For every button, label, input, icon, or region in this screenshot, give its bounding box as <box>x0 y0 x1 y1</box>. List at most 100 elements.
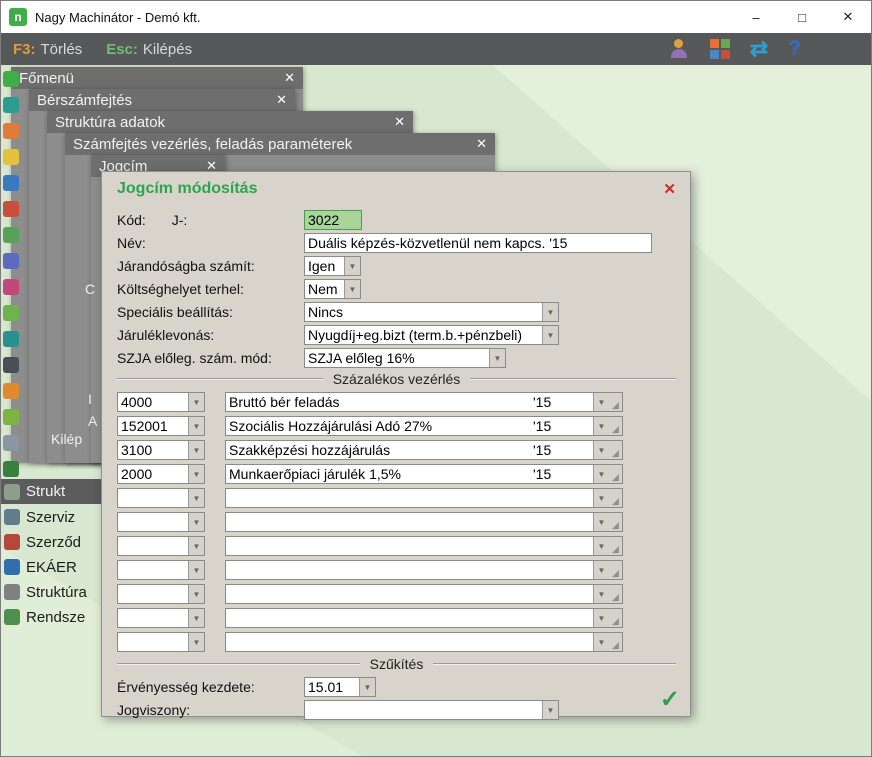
picker-triangle-icon[interactable]: ◢ <box>609 609 622 627</box>
dropdown-arrow-icon[interactable]: ▼ <box>188 609 204 627</box>
sidebar-shortcut-icon-5[interactable] <box>3 175 19 191</box>
percent-name-combo[interactable]: Szociális Hozzájárulási Adó 27% '15 ▼ ◢ <box>225 416 623 436</box>
close-icon[interactable]: ✕ <box>476 136 487 152</box>
dropdown-arrow-icon[interactable]: ▼ <box>593 513 609 531</box>
dropdown-arrow-icon[interactable]: ▼ <box>359 678 375 696</box>
dropdown-arrow-icon[interactable]: ▼ <box>593 393 609 411</box>
dropdown-arrow-icon[interactable]: ▼ <box>593 561 609 579</box>
transfer-arrows-icon[interactable]: ⇄ <box>750 38 768 60</box>
dropdown-arrow-icon[interactable]: ▼ <box>344 257 360 275</box>
window-berszamfejtes-titlebar[interactable]: Bérszámfejtés ✕ <box>29 89 295 111</box>
dropdown-arrow-icon[interactable]: ▼ <box>188 417 204 435</box>
sidebar-item-rendszer[interactable]: Rendsze <box>4 606 100 628</box>
dropdown-arrow-icon[interactable]: ▼ <box>593 489 609 507</box>
help-icon[interactable]: ? <box>788 38 801 60</box>
sidebar-item-szerviz[interactable]: Szerviz <box>4 506 100 528</box>
specialis-combo[interactable]: Nincs ▼ <box>304 302 559 322</box>
dropdown-arrow-icon[interactable]: ▼ <box>542 326 558 344</box>
sidebar-shortcut-icon-2[interactable] <box>3 97 19 113</box>
percent-name-combo[interactable]: ▼ ◢ <box>225 536 623 556</box>
dropdown-arrow-icon[interactable]: ▼ <box>593 633 609 651</box>
percent-name-combo[interactable]: Szakképzési hozzájárulás '15 ▼ ◢ <box>225 440 623 460</box>
jogviszony-combo[interactable]: ▼ <box>304 700 559 720</box>
sidebar-item-struktura-active[interactable]: Strukt <box>1 479 101 504</box>
dropdown-arrow-icon[interactable]: ▼ <box>188 561 204 579</box>
sidebar-shortcut-icon-15[interactable] <box>3 435 19 451</box>
dropdown-arrow-icon[interactable]: ▼ <box>593 465 609 483</box>
dropdown-arrow-icon[interactable]: ▼ <box>593 537 609 555</box>
koltseghely-combo[interactable]: Nem ▼ <box>304 279 361 299</box>
dropdown-arrow-icon[interactable]: ▼ <box>188 513 204 531</box>
ok-checkmark-button[interactable]: ✓ <box>660 685 680 714</box>
ervenyesseg-combo[interactable]: 15.01 ▼ <box>304 677 376 697</box>
percent-code-combo[interactable]: ▼ <box>117 608 205 628</box>
picker-triangle-icon[interactable]: ◢ <box>609 489 622 507</box>
percent-code-combo[interactable]: ▼ <box>117 488 205 508</box>
window-szamfejtes-vezerles-titlebar[interactable]: Számfejtés vezérlés, feladás paraméterek… <box>65 133 495 155</box>
picker-triangle-icon[interactable]: ◢ <box>609 393 622 411</box>
dropdown-arrow-icon[interactable]: ▼ <box>188 465 204 483</box>
jarulek-combo[interactable]: Nyugdíj+eg.bizt (term.b.+pénzbeli) ▼ <box>304 325 559 345</box>
window-fomenu-titlebar[interactable]: Főmenü ✕ <box>11 67 303 89</box>
szja-combo[interactable]: SZJA előleg 16% ▼ <box>304 348 506 368</box>
maximize-button[interactable]: □ <box>779 1 825 33</box>
percent-name-combo[interactable]: ▼ ◢ <box>225 608 623 628</box>
sidebar-shortcut-icon-11[interactable] <box>3 331 19 347</box>
dropdown-arrow-icon[interactable]: ▼ <box>188 537 204 555</box>
sidebar-shortcut-icon-14[interactable] <box>3 409 19 425</box>
percent-name-combo[interactable]: ▼ ◢ <box>225 584 623 604</box>
sidebar-shortcut-icon-7[interactable] <box>3 227 19 243</box>
jarandosagba-combo[interactable]: Igen ▼ <box>304 256 361 276</box>
minimize-button[interactable]: – <box>733 1 779 33</box>
dropdown-arrow-icon[interactable]: ▼ <box>489 349 505 367</box>
close-icon[interactable]: ✕ <box>284 70 295 86</box>
percent-code-combo[interactable]: 152001 ▼ <box>117 416 205 436</box>
dropdown-arrow-icon[interactable]: ▼ <box>188 489 204 507</box>
picker-triangle-icon[interactable]: ◢ <box>609 537 622 555</box>
picker-triangle-icon[interactable]: ◢ <box>609 417 622 435</box>
percent-code-combo[interactable]: ▼ <box>117 536 205 556</box>
percent-code-combo[interactable]: 3100 ▼ <box>117 440 205 460</box>
dropdown-arrow-icon[interactable]: ▼ <box>188 633 204 651</box>
dropdown-arrow-icon[interactable]: ▼ <box>542 701 558 719</box>
sidebar-shortcut-icon-9[interactable] <box>3 279 19 295</box>
percent-name-combo[interactable]: Bruttó bér feladás '15 ▼ ◢ <box>225 392 623 412</box>
toolbar-exit-shortcut[interactable]: Esc: Kilépés <box>106 41 192 58</box>
picker-triangle-icon[interactable]: ◢ <box>609 465 622 483</box>
dropdown-arrow-icon[interactable]: ▼ <box>593 417 609 435</box>
sidebar-shortcut-icon-3[interactable] <box>3 123 19 139</box>
picker-triangle-icon[interactable]: ◢ <box>609 561 622 579</box>
percent-code-combo[interactable]: ▼ <box>117 584 205 604</box>
picker-triangle-icon[interactable]: ◢ <box>609 585 622 603</box>
sidebar-shortcut-icon-13[interactable] <box>3 383 19 399</box>
close-button[interactable]: ✕ <box>825 1 871 33</box>
sidebar-shortcut-icon-4[interactable] <box>3 149 19 165</box>
sidebar-shortcut-icon-1[interactable] <box>3 71 19 87</box>
sidebar-shortcut-icon-12[interactable] <box>3 357 19 373</box>
kod-input[interactable]: 3022 <box>304 210 362 230</box>
percent-name-combo[interactable]: ▼ ◢ <box>225 488 623 508</box>
sidebar-shortcut-icon-16[interactable] <box>3 461 19 477</box>
dropdown-arrow-icon[interactable]: ▼ <box>188 585 204 603</box>
dropdown-arrow-icon[interactable]: ▼ <box>593 609 609 627</box>
sidebar-shortcut-icon-10[interactable] <box>3 305 19 321</box>
percent-code-combo[interactable]: ▼ <box>117 632 205 652</box>
picker-triangle-icon[interactable]: ◢ <box>609 633 622 651</box>
sidebar-item-szerzodesek[interactable]: Szerződ <box>4 531 100 553</box>
dialog-close-icon[interactable]: ✕ <box>663 180 676 198</box>
user-icon[interactable] <box>668 38 690 60</box>
percent-code-combo[interactable]: 2000 ▼ <box>117 464 205 484</box>
percent-code-combo[interactable]: ▼ <box>117 512 205 532</box>
percent-name-combo[interactable]: ▼ ◢ <box>225 512 623 532</box>
sidebar-item-ekaer[interactable]: EKÁER <box>4 556 100 578</box>
close-icon[interactable]: ✕ <box>394 114 405 130</box>
toolbar-delete-shortcut[interactable]: F3: Törlés <box>13 41 82 58</box>
dropdown-arrow-icon[interactable]: ▼ <box>344 280 360 298</box>
apps-grid-icon[interactable] <box>710 39 730 59</box>
dropdown-arrow-icon[interactable]: ▼ <box>188 441 204 459</box>
dropdown-arrow-icon[interactable]: ▼ <box>593 585 609 603</box>
percent-name-combo[interactable]: Munkaerőpiaci járulék 1,5% '15 ▼ ◢ <box>225 464 623 484</box>
percent-name-combo[interactable]: ▼ ◢ <box>225 560 623 580</box>
sidebar-item-struktura[interactable]: Struktúra <box>4 581 100 603</box>
dropdown-arrow-icon[interactable]: ▼ <box>542 303 558 321</box>
